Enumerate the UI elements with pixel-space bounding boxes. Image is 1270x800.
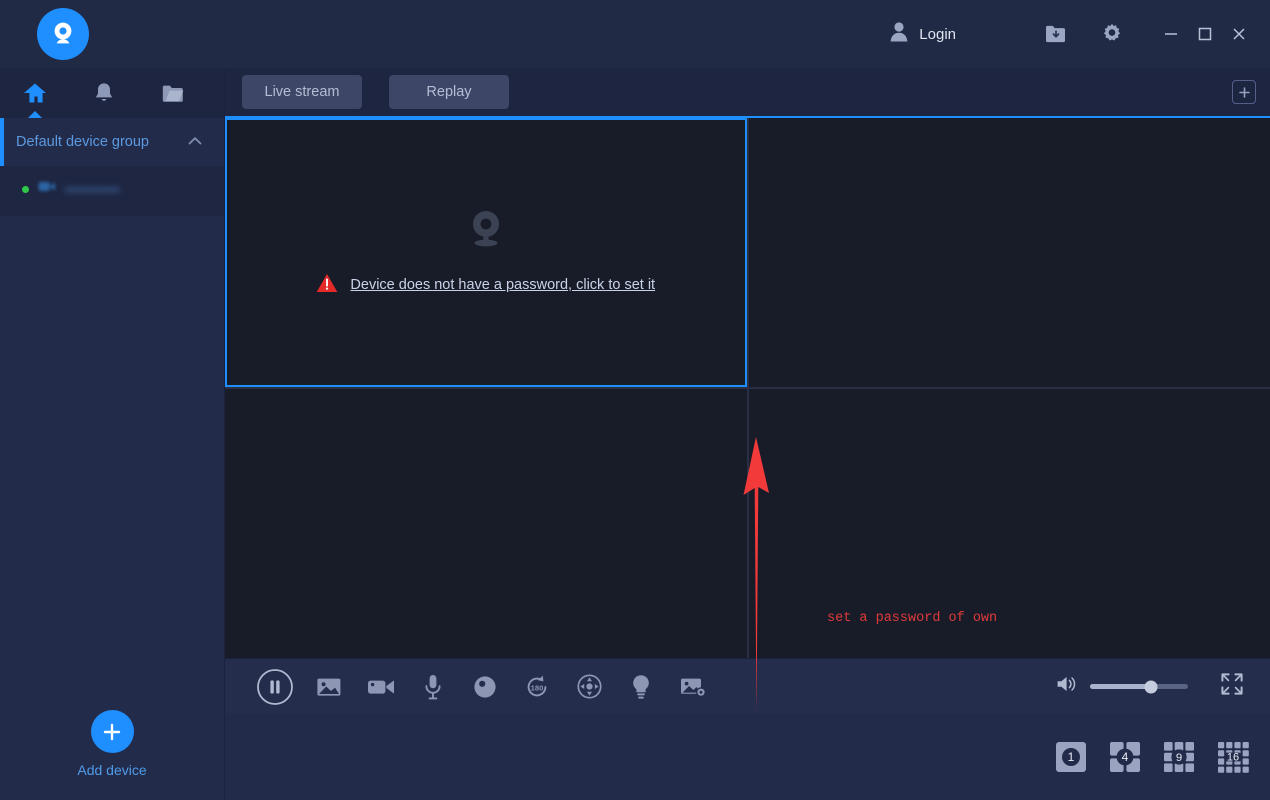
video-cell-1[interactable]: Device does not have a password, click t… <box>225 118 747 387</box>
group-accent-bar <box>0 118 4 166</box>
app-window: Login Default device group •••••••••••• … <box>0 0 1270 800</box>
sidebar-nav-home[interactable] <box>0 68 69 118</box>
layout-9-button[interactable]: 9 <box>1162 740 1196 774</box>
login-button[interactable]: Login <box>889 21 956 47</box>
login-label: Login <box>919 25 956 43</box>
layout-1-label: 1 <box>1068 750 1075 764</box>
volume-fill <box>1090 684 1151 689</box>
record-button[interactable] <box>459 664 511 710</box>
user-icon <box>889 21 909 47</box>
webcam-placeholder-icon <box>467 208 505 253</box>
video-cell-2[interactable] <box>748 118 1270 387</box>
microphone-button[interactable] <box>407 664 459 710</box>
volume-slider[interactable] <box>1090 680 1188 693</box>
layout-bar: 1 4 9 16 <box>225 714 1270 800</box>
add-device-button[interactable]: Add device <box>0 710 224 800</box>
light-button[interactable] <box>615 664 667 710</box>
status-dot-online <box>22 185 29 193</box>
device-list-item[interactable]: •••••••••••• <box>0 172 224 206</box>
video-grid: Device does not have a password, click t… <box>225 118 1270 658</box>
password-warning-link[interactable]: Device does not have a password, click t… <box>350 277 655 293</box>
layout-9-label: 9 <box>1176 752 1182 764</box>
warning-triangle-icon <box>316 273 338 298</box>
active-tab-caret-icon <box>27 111 42 118</box>
settings-button[interactable] <box>1090 12 1134 56</box>
title-bar: Login <box>0 0 1270 68</box>
layout-16-label: 16 <box>1227 751 1239 763</box>
video-cell-content: Device does not have a password, click t… <box>316 208 655 298</box>
add-view-button[interactable] <box>1232 80 1256 104</box>
close-button[interactable] <box>1222 12 1256 56</box>
svg-text:180: 180 <box>531 683 544 692</box>
layout-4-label: 4 <box>1122 750 1129 764</box>
sidebar-spacer <box>0 216 224 710</box>
layout-1-button[interactable]: 1 <box>1054 740 1088 774</box>
record-video-button[interactable] <box>355 664 407 710</box>
volume-thumb[interactable] <box>1144 680 1158 693</box>
minimize-button[interactable] <box>1154 12 1188 56</box>
add-device-label: Add device <box>77 762 147 778</box>
main-area: Live stream Replay Device does not have … <box>225 68 1270 800</box>
tab-bar: Live stream Replay <box>225 68 1270 118</box>
tab-replay[interactable]: Replay <box>389 75 509 109</box>
pause-button[interactable] <box>247 664 303 710</box>
sidebar-nav-alerts[interactable] <box>69 68 138 118</box>
tab-live-stream[interactable]: Live stream <box>242 75 362 109</box>
control-bar: 180 <box>225 658 1270 714</box>
control-bar-right <box>1056 672 1252 701</box>
fullscreen-button[interactable] <box>1220 672 1244 701</box>
body: Default device group •••••••••••• Add de… <box>0 68 1270 800</box>
camera-icon <box>38 180 56 198</box>
video-grid-wrapper: Device does not have a password, click t… <box>225 118 1270 713</box>
rotate-180-button[interactable]: 180 <box>511 664 563 710</box>
sidebar-nav <box>0 68 224 118</box>
video-cell-4[interactable] <box>748 389 1270 658</box>
layout-16-button[interactable]: 16 <box>1216 740 1250 774</box>
chevron-up-icon[interactable] <box>188 134 202 150</box>
snapshot-button[interactable] <box>303 664 355 710</box>
device-group-label: Default device group <box>16 134 149 150</box>
volume-icon[interactable] <box>1056 674 1080 699</box>
titlebar-actions: Login <box>889 0 1270 68</box>
device-name: •••••••••••• <box>65 181 120 197</box>
layout-4-button[interactable]: 4 <box>1108 740 1142 774</box>
video-cell-3[interactable] <box>225 389 747 658</box>
app-logo-icon <box>37 8 89 60</box>
password-warning[interactable]: Device does not have a password, click t… <box>316 273 655 298</box>
sidebar-nav-files[interactable] <box>138 68 207 118</box>
maximize-button[interactable] <box>1188 12 1222 56</box>
plus-icon <box>90 710 134 753</box>
sidebar: Default device group •••••••••••• Add de… <box>0 68 225 800</box>
ptz-button[interactable] <box>563 664 615 710</box>
image-settings-button[interactable] <box>667 664 719 710</box>
download-folder-button[interactable] <box>1034 12 1078 56</box>
device-list: •••••••••••• <box>0 166 224 216</box>
device-group-header[interactable]: Default device group <box>0 118 224 166</box>
